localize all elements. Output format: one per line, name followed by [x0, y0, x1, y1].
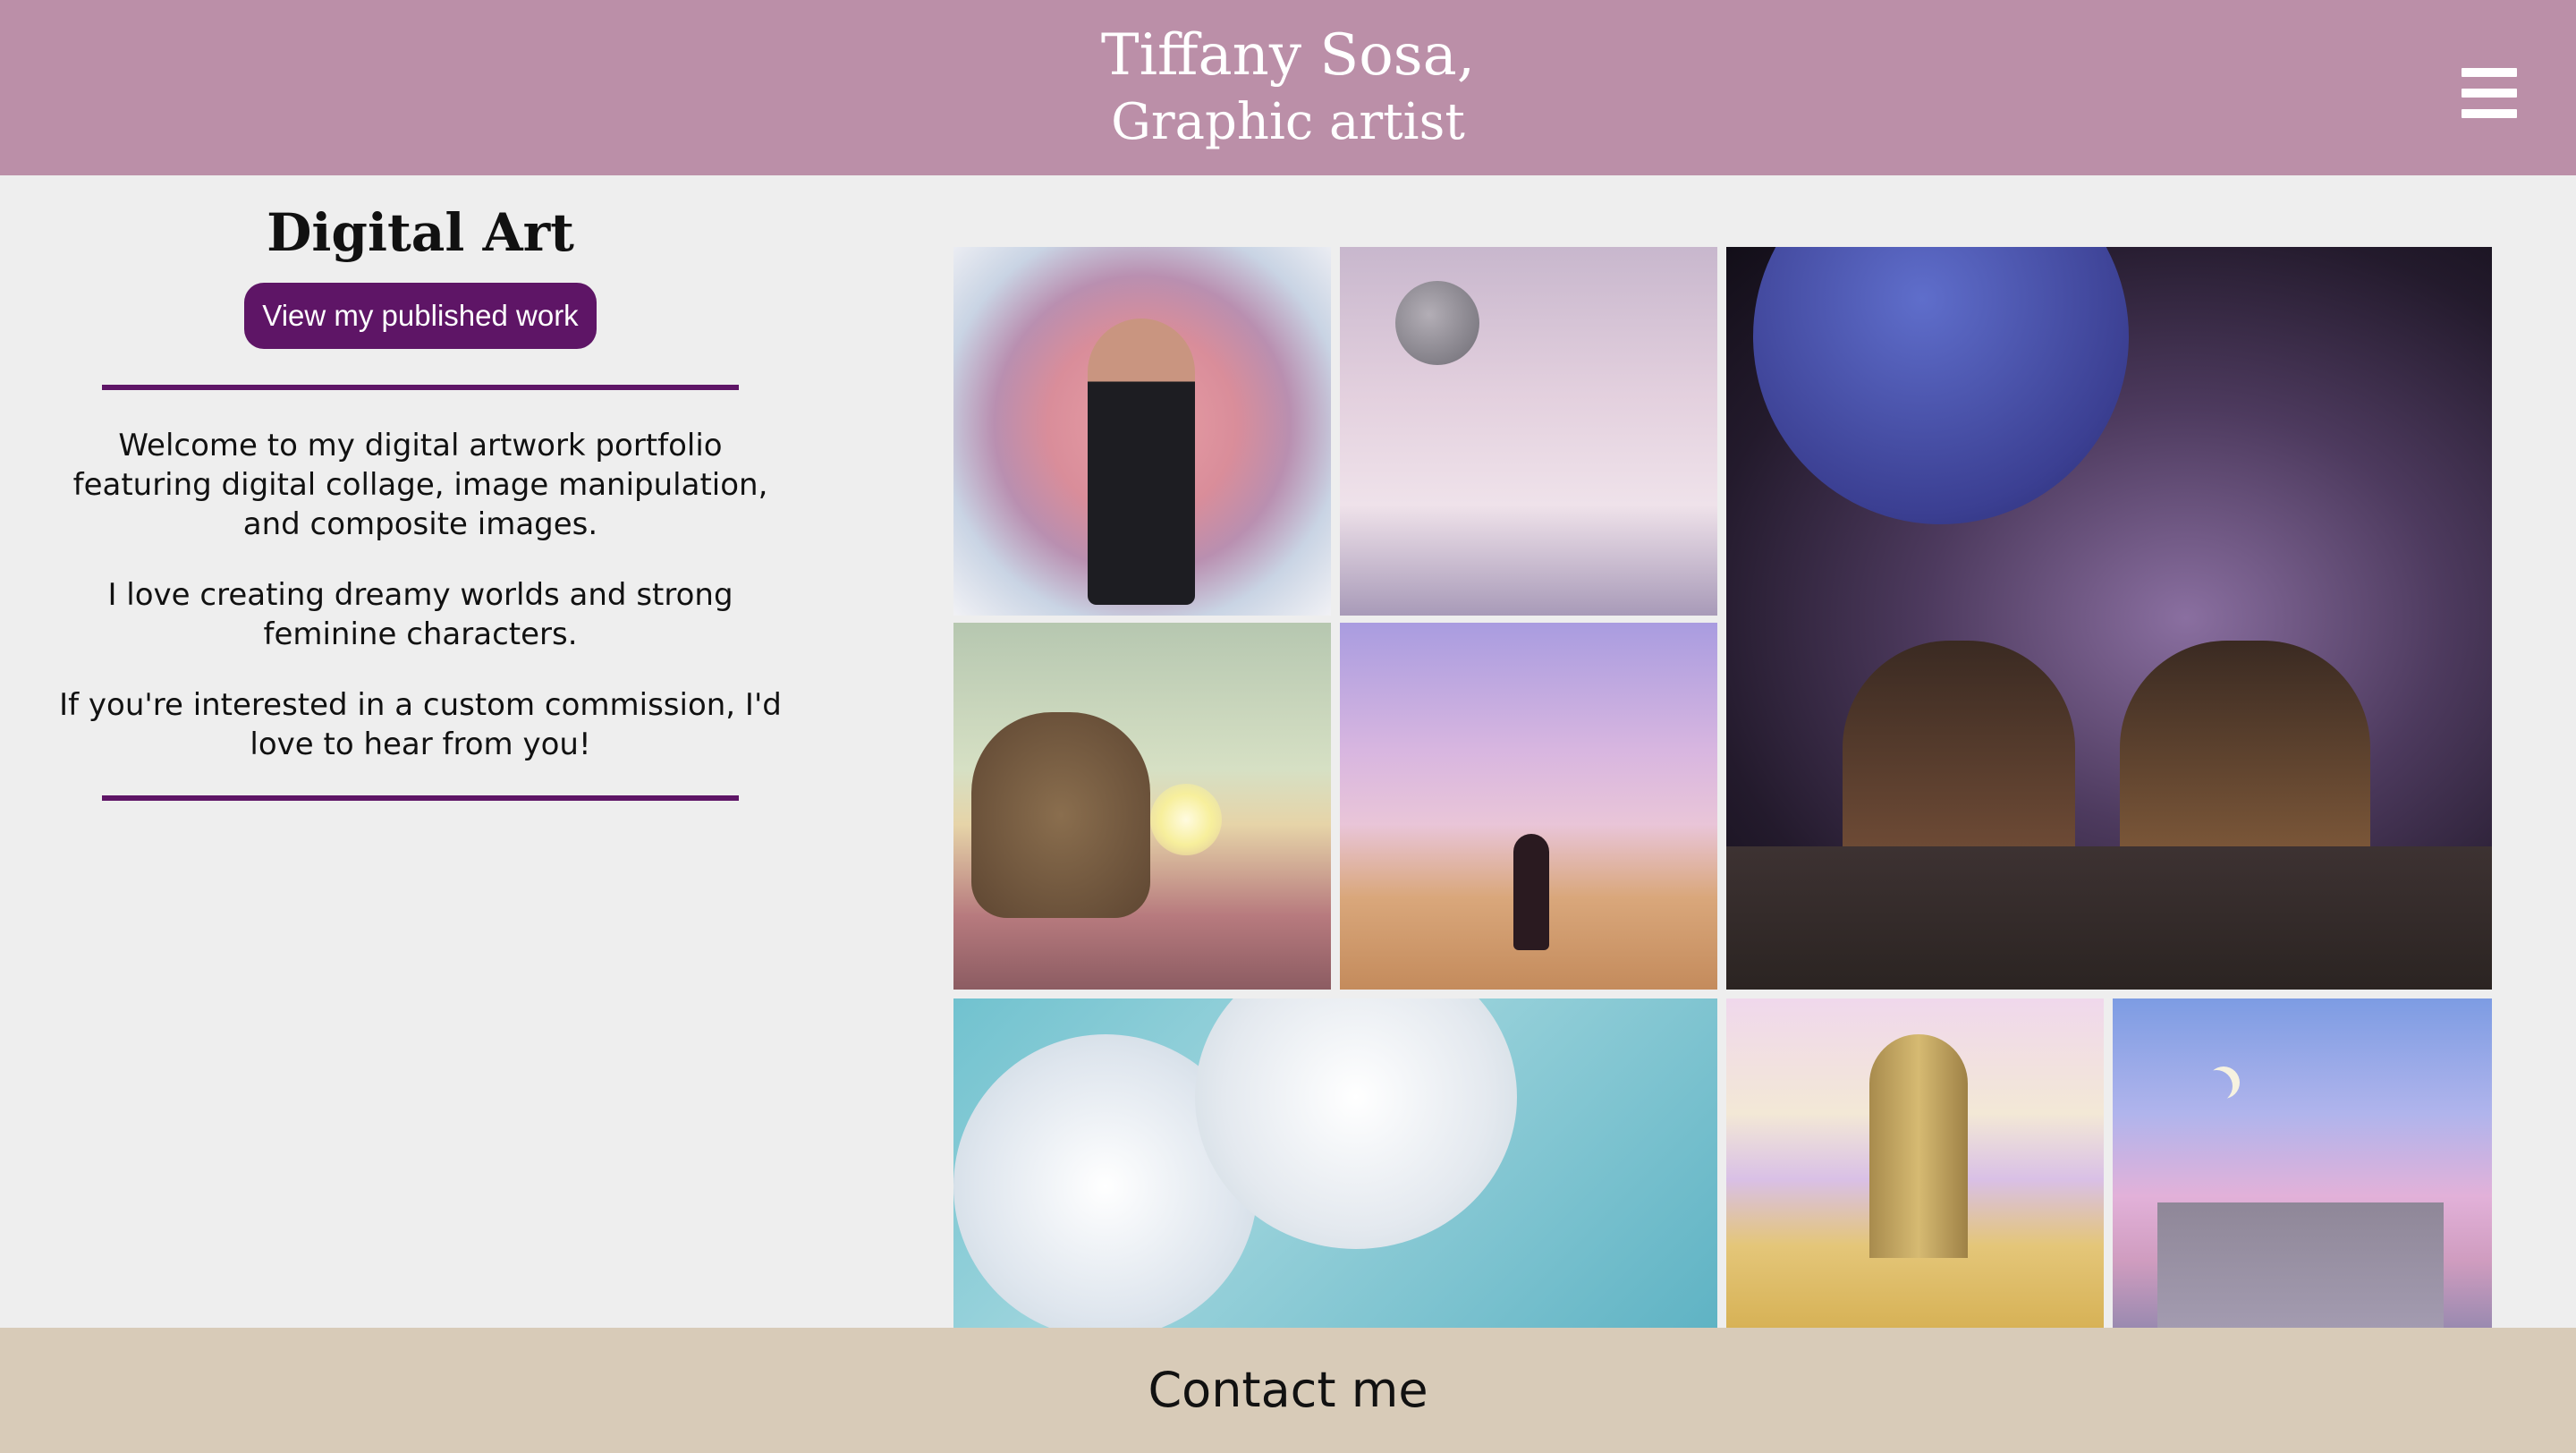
site-header: Tiffany Sosa, Graphic artist — [0, 0, 2576, 175]
hamburger-menu-icon[interactable] — [2462, 68, 2517, 118]
highland-cow-and-girl-artwork[interactable] — [953, 623, 1331, 990]
view-published-work-button[interactable]: View my published work — [244, 283, 597, 349]
intro-paragraph: If you're interested in a custom commiss… — [59, 687, 782, 762]
moon-over-pink-clouds-artwork[interactable] — [1340, 247, 1717, 616]
pink-sky-city-crescent-moon-artwork[interactable] — [2113, 998, 2492, 1328]
intro-paragraph: I love creating dreamy worlds and strong… — [107, 577, 733, 652]
section-title: Digital Art — [267, 202, 574, 263]
intro-sidebar: Digital Art View my published work Welco… — [36, 197, 805, 801]
contact-link[interactable]: Contact me — [1148, 1328, 1428, 1453]
divider — [102, 385, 739, 390]
intro-paragraph: Welcome to my digital artwork portfolio … — [72, 428, 768, 542]
woman-in-pink-moon-artwork[interactable] — [953, 247, 1331, 616]
intro-text: Welcome to my digital artwork portfolio … — [36, 426, 805, 764]
artist-role: Graphic artist — [1111, 93, 1465, 151]
divider — [102, 795, 739, 801]
girls-pointing-at-galaxy-artwork[interactable] — [1726, 247, 2492, 990]
artist-name: Tiffany Sosa, — [1100, 22, 1476, 89]
golden-door-in-desert-artwork[interactable] — [1726, 998, 2104, 1328]
contact-footer[interactable]: Contact me — [0, 1328, 2576, 1453]
girl-on-desert-colonnade-artwork[interactable] — [1340, 623, 1717, 990]
white-roses-on-turquoise-artwork[interactable] — [953, 998, 1717, 1328]
